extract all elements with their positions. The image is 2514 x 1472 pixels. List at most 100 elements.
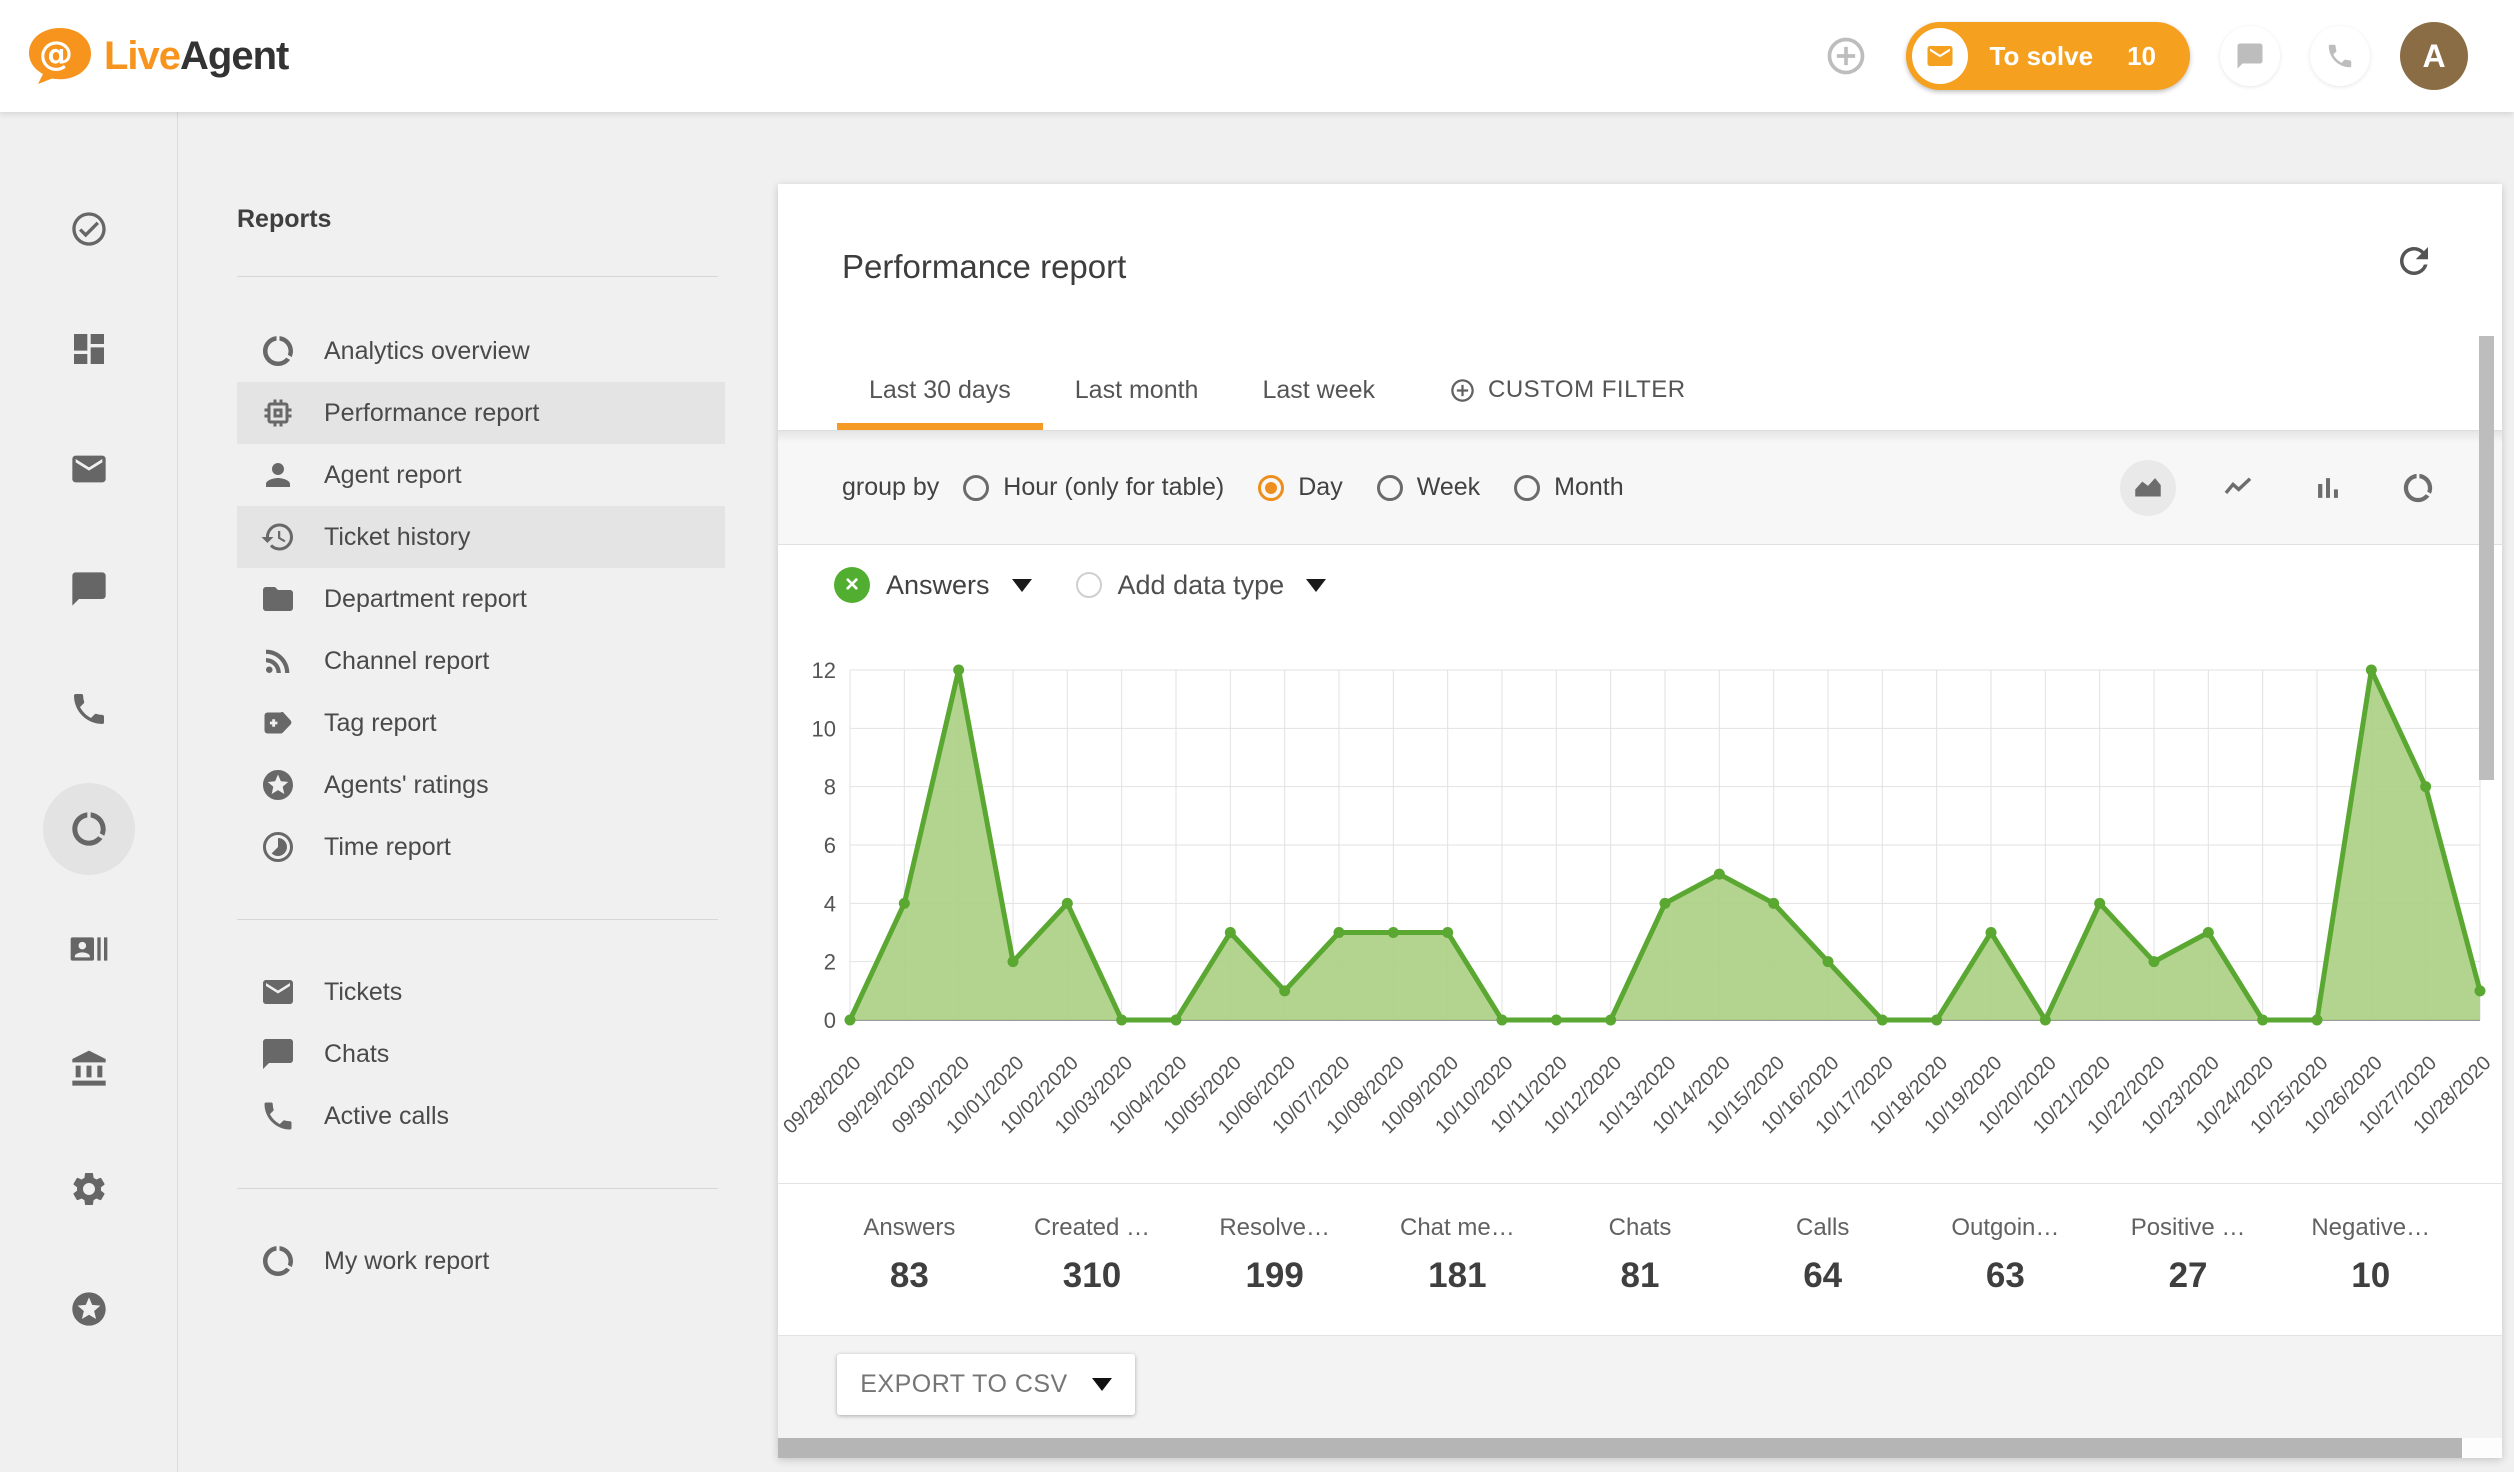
sidebar-item-performance-report[interactable]: Performance report	[237, 382, 725, 444]
envelope-icon	[1912, 28, 1968, 84]
radio-label: Month	[1554, 473, 1623, 502]
stat-column-3[interactable]: Chat me…181	[1366, 1184, 1549, 1335]
stat-column-8[interactable]: Negative…10	[2279, 1184, 2462, 1335]
card-header: Performance report	[778, 184, 2502, 350]
radio-icon	[1377, 475, 1403, 501]
export-label: EXPORT TO CSV	[860, 1370, 1068, 1399]
sidebar-item-analytics-overview[interactable]: Analytics overview	[237, 320, 725, 382]
chat-icon	[260, 1036, 296, 1072]
avatar[interactable]: A	[2400, 22, 2468, 90]
check-circle-icon	[43, 183, 135, 275]
horizontal-scrollbar[interactable]	[778, 1438, 2502, 1458]
tab-bar: Last 30 daysLast monthLast week CUSTOM FI…	[837, 350, 1686, 430]
brand-text: LiveAgent	[104, 34, 288, 79]
chart-type-donut-button[interactable]	[2390, 460, 2446, 516]
sidebar-item-label: Agents' ratings	[324, 771, 489, 800]
export-to-csv-button[interactable]: EXPORT TO CSV	[837, 1354, 1135, 1415]
group-by-radio-day[interactable]: Day	[1258, 473, 1342, 502]
sidebar-item-channel-report[interactable]: Channel report	[237, 630, 725, 692]
horizontal-scrollbar-thumb[interactable]	[778, 1438, 2462, 1458]
tab-last-week[interactable]: Last week	[1230, 350, 1407, 430]
custom-filter-label: CUSTOM FILTER	[1488, 376, 1686, 404]
chevron-down-icon	[1306, 579, 1326, 592]
stat-value: 63	[1986, 1256, 2025, 1296]
add-new-button[interactable]	[1816, 26, 1876, 86]
tab-last-30-days[interactable]: Last 30 days	[837, 350, 1043, 430]
person-icon	[260, 457, 296, 493]
line-chart-icon	[2221, 471, 2255, 505]
sidebar-item-label: Chats	[324, 1040, 389, 1069]
stat-label: Chat me…	[1400, 1214, 1515, 1242]
sidebar-item-chats[interactable]: Chats	[237, 1023, 725, 1085]
radio-icon	[1258, 475, 1284, 501]
brand-logo[interactable]: @ LiveAgent	[26, 26, 288, 86]
stat-column-5[interactable]: Calls64	[1731, 1184, 1914, 1335]
svg-text:10: 10	[812, 716, 836, 741]
gear-icon	[43, 1143, 135, 1235]
to-solve-button[interactable]: To solve 10	[1906, 22, 2190, 90]
stat-column-7[interactable]: Positive …27	[2097, 1184, 2280, 1335]
answers-series-chip[interactable]: × Answers	[834, 567, 1032, 603]
group-by-radio-month[interactable]: Month	[1514, 473, 1623, 502]
divider	[237, 919, 718, 920]
avatar-letter: A	[2422, 38, 2445, 75]
sidebar-item-agents-ratings[interactable]: Agents' ratings	[237, 754, 725, 816]
stat-label: Resolve…	[1219, 1214, 1330, 1242]
chats-button[interactable]	[2220, 26, 2280, 86]
rail-item-resolve-check[interactable]	[0, 169, 177, 289]
stat-column-1[interactable]: Created …310	[1001, 1184, 1184, 1335]
remove-series-icon[interactable]: ×	[834, 567, 870, 603]
custom-filter-button[interactable]: CUSTOM FILTER	[1449, 376, 1686, 404]
stars-icon	[260, 767, 296, 803]
svg-text:2: 2	[824, 950, 836, 975]
timelapse-icon	[260, 829, 296, 865]
chart-type-area-button[interactable]	[2120, 460, 2176, 516]
sidebar-item-agent-report[interactable]: Agent report	[237, 444, 725, 506]
add-data-type-button[interactable]: Add data type	[1076, 570, 1327, 601]
chart-type-line-button[interactable]	[2210, 460, 2266, 516]
group-by-radio-hour-only-for-table-[interactable]: Hour (only for table)	[963, 473, 1224, 502]
vertical-scrollbar-thumb[interactable]	[2479, 336, 2494, 780]
rail-item-calls[interactable]	[0, 649, 177, 769]
icon-rail	[0, 112, 178, 1472]
sidebar-item-tag-report[interactable]: Tag report	[237, 692, 725, 754]
tab-last-month[interactable]: Last month	[1043, 350, 1231, 430]
tag-icon	[260, 705, 296, 741]
analytics-icon	[260, 333, 296, 369]
plus-circle-icon	[1824, 34, 1868, 78]
rail-item-customers[interactable]	[0, 889, 177, 1009]
rail-item-tickets[interactable]	[0, 409, 177, 529]
chart-type-bar-button[interactable]	[2300, 460, 2356, 516]
sidebar-item-ticket-history[interactable]: Ticket history	[237, 506, 725, 568]
stat-column-6[interactable]: Outgoin…63	[1914, 1184, 2097, 1335]
performance-report-card: Performance report Last 30 daysLast mont…	[778, 184, 2502, 1458]
reports-sidebar: Reports Analytics overviewPerformance re…	[178, 112, 778, 1472]
rail-item-reports[interactable]	[0, 769, 177, 889]
sidebar-item-tickets[interactable]: Tickets	[237, 961, 725, 1023]
rail-item-companies[interactable]	[0, 1009, 177, 1129]
sidebar-item-active-calls[interactable]: Active calls	[237, 1085, 725, 1147]
sidebar-item-label: Tickets	[324, 978, 402, 1007]
stat-column-2[interactable]: Resolve…199	[1183, 1184, 1366, 1335]
rail-item-favorites[interactable]	[0, 1249, 177, 1369]
group-by-radio-week[interactable]: Week	[1377, 473, 1480, 502]
divider	[237, 1188, 718, 1189]
stat-column-4[interactable]: Chats81	[1549, 1184, 1732, 1335]
refresh-button[interactable]	[2392, 240, 2436, 284]
page-title: Performance report	[842, 248, 1126, 286]
series-chip-row: × Answers Add data type	[834, 545, 1326, 625]
chat-bubble-icon	[2235, 41, 2265, 71]
sidebar-item-time-report[interactable]: Time report	[237, 816, 725, 878]
folder-icon	[260, 581, 296, 617]
sidebar-item-department-report[interactable]: Department report	[237, 568, 725, 630]
rail-item-chats[interactable]	[0, 529, 177, 649]
empty-radio-icon	[1076, 572, 1102, 598]
rail-item-dashboard[interactable]	[0, 289, 177, 409]
rail-item-settings[interactable]	[0, 1129, 177, 1249]
series-chip-label: Answers	[886, 570, 990, 601]
donut-chart-icon	[2401, 471, 2435, 505]
calls-button[interactable]	[2310, 26, 2370, 86]
topbar: @ LiveAgent To solve 10 A	[0, 0, 2514, 112]
stat-column-0[interactable]: Answers83	[818, 1184, 1001, 1335]
sidebar-item-my-work-report[interactable]: My work report	[237, 1230, 725, 1292]
